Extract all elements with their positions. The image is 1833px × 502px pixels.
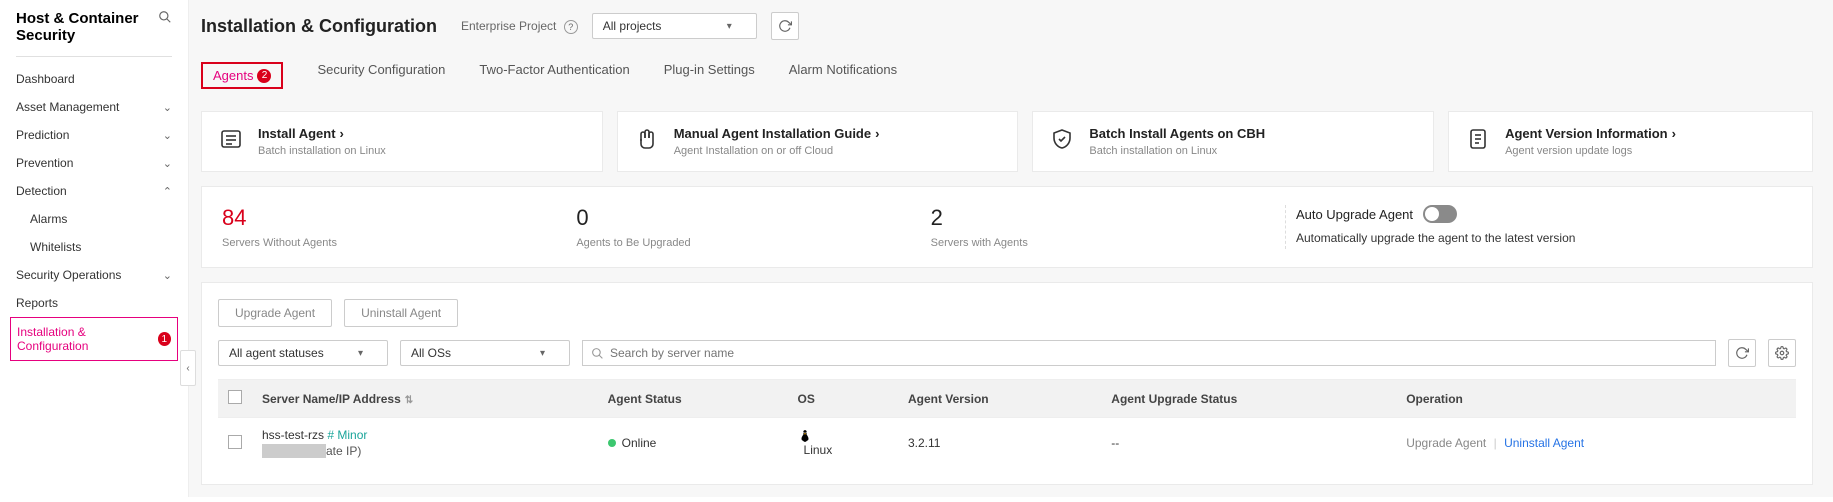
- stat-servers-without-agents: 84 Servers Without Agents: [222, 205, 576, 249]
- column-server-name[interactable]: Server Name/IP Address⇅: [252, 380, 598, 418]
- sidebar-item-security-operations[interactable]: Security Operations⌄: [16, 261, 172, 289]
- row-checkbox[interactable]: [228, 435, 242, 449]
- chevron-right-icon: ›: [875, 126, 879, 141]
- chevron-down-icon: ⌄: [163, 269, 172, 282]
- select-all-checkbox[interactable]: [228, 390, 242, 404]
- server-tag: # Minor: [327, 428, 367, 442]
- chevron-down-icon: ⌄: [163, 129, 172, 142]
- hand-icon: [634, 126, 660, 152]
- server-search-input[interactable]: [610, 346, 1707, 360]
- shield-icon: [1049, 126, 1075, 152]
- chevron-up-icon: ⌃: [163, 185, 172, 198]
- row-uninstall-agent-link[interactable]: Uninstall Agent: [1504, 436, 1584, 450]
- card-install-agent[interactable]: Install Agent› Batch installation on Lin…: [201, 111, 603, 172]
- sidebar-item-installation-configuration[interactable]: Installation & Configuration 1: [10, 317, 178, 361]
- sidebar-item-reports[interactable]: Reports: [16, 289, 172, 317]
- sidebar: Host & Container Security Dashboard Asse…: [0, 0, 188, 497]
- list-icon: [218, 126, 244, 152]
- agent-upgrade-status: --: [1101, 418, 1396, 469]
- step-badge-2: 2: [257, 69, 271, 83]
- chevron-down-icon: ▾: [727, 21, 732, 32]
- sidebar-item-prevention[interactable]: Prevention⌄: [16, 149, 172, 177]
- os-filter[interactable]: All OSs▾: [400, 340, 570, 366]
- tabs: Agents 2 Security Configuration Two-Fact…: [201, 46, 1813, 99]
- stat-servers-with-agents: 2 Servers with Agents: [931, 205, 1285, 249]
- step-badge-1: 1: [158, 332, 171, 346]
- chevron-left-icon: ‹: [186, 363, 189, 374]
- column-agent-upgrade-status: Agent Upgrade Status: [1101, 380, 1396, 418]
- table-settings-button[interactable]: [1768, 339, 1796, 367]
- chevron-down-icon: ▾: [540, 348, 545, 359]
- divider: [1285, 205, 1286, 249]
- server-name[interactable]: hss-test-rzs: [262, 428, 324, 442]
- help-icon[interactable]: ?: [564, 20, 578, 34]
- tab-plugin-settings[interactable]: Plug-in Settings: [664, 54, 755, 99]
- tab-agents[interactable]: Agents 2: [201, 54, 283, 99]
- sidebar-item-prediction[interactable]: Prediction⌄: [16, 121, 172, 149]
- main-content: Installation & Configuration Enterprise …: [188, 0, 1833, 497]
- sidebar-item-dashboard[interactable]: Dashboard: [16, 65, 172, 93]
- column-agent-version: Agent Version: [898, 380, 1101, 418]
- tab-alarm-notifications[interactable]: Alarm Notifications: [789, 54, 897, 99]
- status-dot-icon: [608, 439, 616, 447]
- stat-agents-to-upgrade: 0 Agents to Be Upgraded: [576, 205, 930, 249]
- refresh-button[interactable]: [771, 12, 799, 40]
- server-search[interactable]: [582, 340, 1716, 366]
- table-row: hss-test-rzs # Minor xxxxxxxxate IP) Onl…: [218, 418, 1796, 469]
- card-agent-version-info[interactable]: Agent Version Information› Agent version…: [1448, 111, 1813, 172]
- chevron-right-icon: ›: [1672, 126, 1676, 141]
- column-agent-status: Agent Status: [598, 380, 788, 418]
- sidebar-item-alarms[interactable]: Alarms: [16, 205, 172, 233]
- chevron-down-icon: ⌄: [163, 101, 172, 114]
- sidebar-item-detection[interactable]: Detection⌃: [16, 177, 172, 205]
- auto-upgrade-toggle[interactable]: [1423, 205, 1457, 223]
- sidebar-item-asset-management[interactable]: Asset Management⌄: [16, 93, 172, 121]
- project-select[interactable]: All projects▾: [592, 13, 757, 39]
- chevron-down-icon: ⌄: [163, 157, 172, 170]
- agent-status-filter[interactable]: All agent statuses▾: [218, 340, 388, 366]
- card-batch-install-cbh[interactable]: Batch Install Agents on CBH Batch instal…: [1032, 111, 1434, 172]
- tab-two-factor-authentication[interactable]: Two-Factor Authentication: [479, 54, 629, 99]
- os-name: Linux: [804, 443, 833, 457]
- chevron-right-icon: ›: [340, 126, 344, 141]
- column-os: OS: [788, 380, 898, 418]
- agent-version: 3.2.11: [898, 418, 1101, 469]
- page-title: Installation & Configuration: [201, 16, 437, 37]
- upgrade-agent-button[interactable]: Upgrade Agent: [218, 299, 332, 327]
- ip-masked: xxxxxxxx: [262, 444, 326, 458]
- app-title: Host & Container Security: [16, 10, 172, 44]
- row-upgrade-agent-link[interactable]: Upgrade Agent: [1406, 436, 1486, 450]
- enterprise-project-label: Enterprise Project ?: [461, 19, 578, 34]
- document-icon: [1465, 126, 1491, 152]
- uninstall-agent-button[interactable]: Uninstall Agent: [344, 299, 458, 327]
- card-manual-install-guide[interactable]: Manual Agent Installation Guide› Agent I…: [617, 111, 1019, 172]
- linux-icon: [798, 429, 888, 443]
- table-refresh-button[interactable]: [1728, 339, 1756, 367]
- auto-upgrade-block: Auto Upgrade Agent Automatically upgrade…: [1296, 205, 1792, 245]
- sort-icon: ⇅: [405, 395, 413, 406]
- agent-status: Online: [622, 436, 657, 450]
- search-icon: [591, 347, 604, 360]
- chevron-down-icon: ▾: [358, 348, 363, 359]
- column-operation: Operation: [1396, 380, 1796, 418]
- tab-security-configuration[interactable]: Security Configuration: [317, 54, 445, 99]
- sidebar-item-whitelists[interactable]: Whitelists: [16, 233, 172, 261]
- agents-table: Server Name/IP Address⇅ Agent Status OS …: [218, 379, 1796, 468]
- sidebar-collapse-handle[interactable]: ‹: [180, 350, 196, 386]
- search-icon[interactable]: [158, 10, 172, 24]
